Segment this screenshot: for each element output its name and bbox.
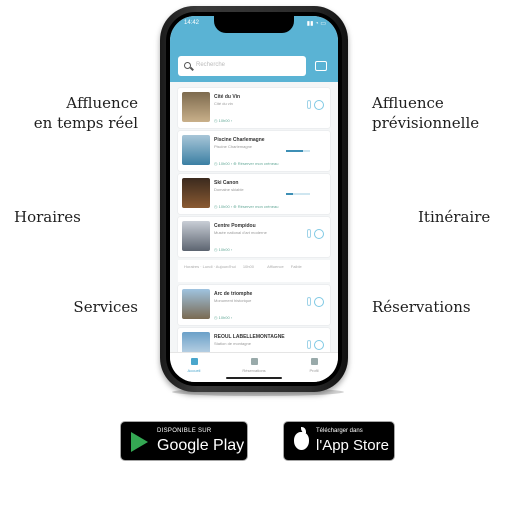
user-icon <box>310 358 318 365</box>
tab-label: Profil <box>309 368 319 373</box>
venue-meta: ◷ 10h00 › ⊕ Réserver mon créneau <box>214 161 279 166</box>
list-item[interactable]: Arc de triomphe Monument historique ◷ 10… <box>178 285 330 325</box>
tab-reservations[interactable]: Réservations <box>234 358 274 373</box>
venue-thumbnail <box>182 135 210 165</box>
venue-thumbnail <box>182 221 210 251</box>
feature-line: en temps réel <box>33 114 138 132</box>
list-item[interactable]: Cité du Vin Cité du vin ◷ 10h00 › <box>178 88 330 128</box>
app-store-badge[interactable]: Télécharger dans l'App Store <box>283 421 395 461</box>
tab-profil[interactable]: Profil <box>294 358 334 373</box>
venue-list: Cité du Vin Cité du vin ◷ 10h00 › Piscin… <box>178 88 330 371</box>
venue-subtitle: Piscine Charlemagne <box>214 144 253 149</box>
venue-meta: ◷ 10h00 › <box>214 247 233 252</box>
venue-subtitle: Domaine skiable <box>214 187 244 192</box>
person-icon <box>307 100 311 109</box>
app-store-label: l'App Store <box>316 437 389 454</box>
feature-line: prévisionnelle <box>372 114 480 132</box>
google-play-badge[interactable]: DISPONIBLE SUR Google Play <box>120 421 248 461</box>
status-icons: ▮▮ ◔ ▭ <box>306 21 326 27</box>
affluence-bar <box>286 150 310 152</box>
venue-thumbnail <box>182 289 210 319</box>
gauge-icon <box>314 297 324 307</box>
map-icon[interactable] <box>315 61 327 71</box>
venue-subtitle: Monument historique <box>214 298 252 303</box>
venue-title: Piscine Charlemagne <box>214 137 265 143</box>
tab-label: Réservations <box>242 368 266 373</box>
feature-line: Affluence <box>66 94 138 112</box>
details-text: Affluence <box>267 264 284 269</box>
google-play-caption: DISPONIBLE SUR <box>157 428 212 434</box>
details-text: Horaires · Lundi · Aujourd'hui <box>184 264 236 269</box>
search-placeholder: Recherche <box>196 62 226 68</box>
venue-meta: ◷ 10h00 › ⊕ Réserver mon créneau <box>214 204 279 209</box>
gauge-icon <box>314 340 324 350</box>
gauge-icon <box>314 100 324 110</box>
tab-bar: Accueil Réservations Profil <box>170 352 338 382</box>
venue-subtitle: Station de montagne <box>214 341 251 346</box>
tab-accueil[interactable]: Accueil <box>174 358 214 373</box>
feature-affluence-temps-reel: Affluence en temps réel <box>34 93 138 133</box>
google-play-icon <box>131 432 148 452</box>
list-item[interactable]: Ski Canon Domaine skiable ◷ 10h00 › ⊕ Ré… <box>178 174 330 214</box>
phone-mockup: 14:42 ▮▮ ◔ ▭ Recherche Cité du Vin Cité … <box>160 6 348 392</box>
status-time: 14:42 <box>184 20 200 26</box>
feature-reservations: Réservations <box>372 298 471 316</box>
person-icon <box>307 229 311 238</box>
feature-affluence-previsionnelle: Affluence prévisionnelle <box>372 93 479 133</box>
phone-notch <box>214 16 294 33</box>
venue-title: Arc de triomphe <box>214 291 253 297</box>
affluence-bar <box>286 193 310 195</box>
details-text: Faible <box>290 264 302 269</box>
list-item[interactable]: Centre Pompidou Musée national d'art mod… <box>178 217 330 257</box>
venue-title: Cité du Vin <box>214 94 241 100</box>
search-input[interactable]: Recherche <box>178 56 306 76</box>
venue-title: REOUL LABELLEMONTAGNE <box>214 334 285 340</box>
home-indicator <box>226 377 282 379</box>
venue-title: Centre Pompidou <box>214 223 256 229</box>
calendar-icon <box>250 358 258 365</box>
venue-thumbnail <box>182 178 210 208</box>
venue-title: Ski Canon <box>214 180 239 186</box>
list-item[interactable]: Piscine Charlemagne Piscine Charlemagne … <box>178 131 330 171</box>
search-icon <box>184 62 191 69</box>
person-icon <box>307 297 311 306</box>
details-text: 10h00 <box>242 264 254 269</box>
gauge-icon <box>314 229 324 239</box>
venue-subtitle: Cité du vin <box>214 101 233 106</box>
apple-icon <box>294 427 309 450</box>
home-icon <box>190 358 198 365</box>
venue-meta: ◷ 10h00 › <box>214 118 233 123</box>
person-icon <box>307 340 311 349</box>
venue-details: Horaires · Lundi · Aujourd'hui 10h00 Aff… <box>178 260 330 282</box>
app-store-caption: Télécharger dans <box>316 428 363 434</box>
feature-horaires: Horaires <box>14 208 81 226</box>
feature-line: Affluence <box>372 94 444 112</box>
venue-meta: ◷ 10h00 › <box>214 315 233 320</box>
venue-thumbnail <box>182 92 210 122</box>
venue-subtitle: Musée national d'art moderne <box>214 230 267 235</box>
tab-label: Accueil <box>187 368 201 373</box>
app-screen: 14:42 ▮▮ ◔ ▭ Recherche Cité du Vin Cité … <box>170 16 338 382</box>
feature-services: Services <box>73 298 138 316</box>
google-play-label: Google Play <box>157 437 245 454</box>
feature-itineraire: Itinéraire <box>418 208 491 226</box>
